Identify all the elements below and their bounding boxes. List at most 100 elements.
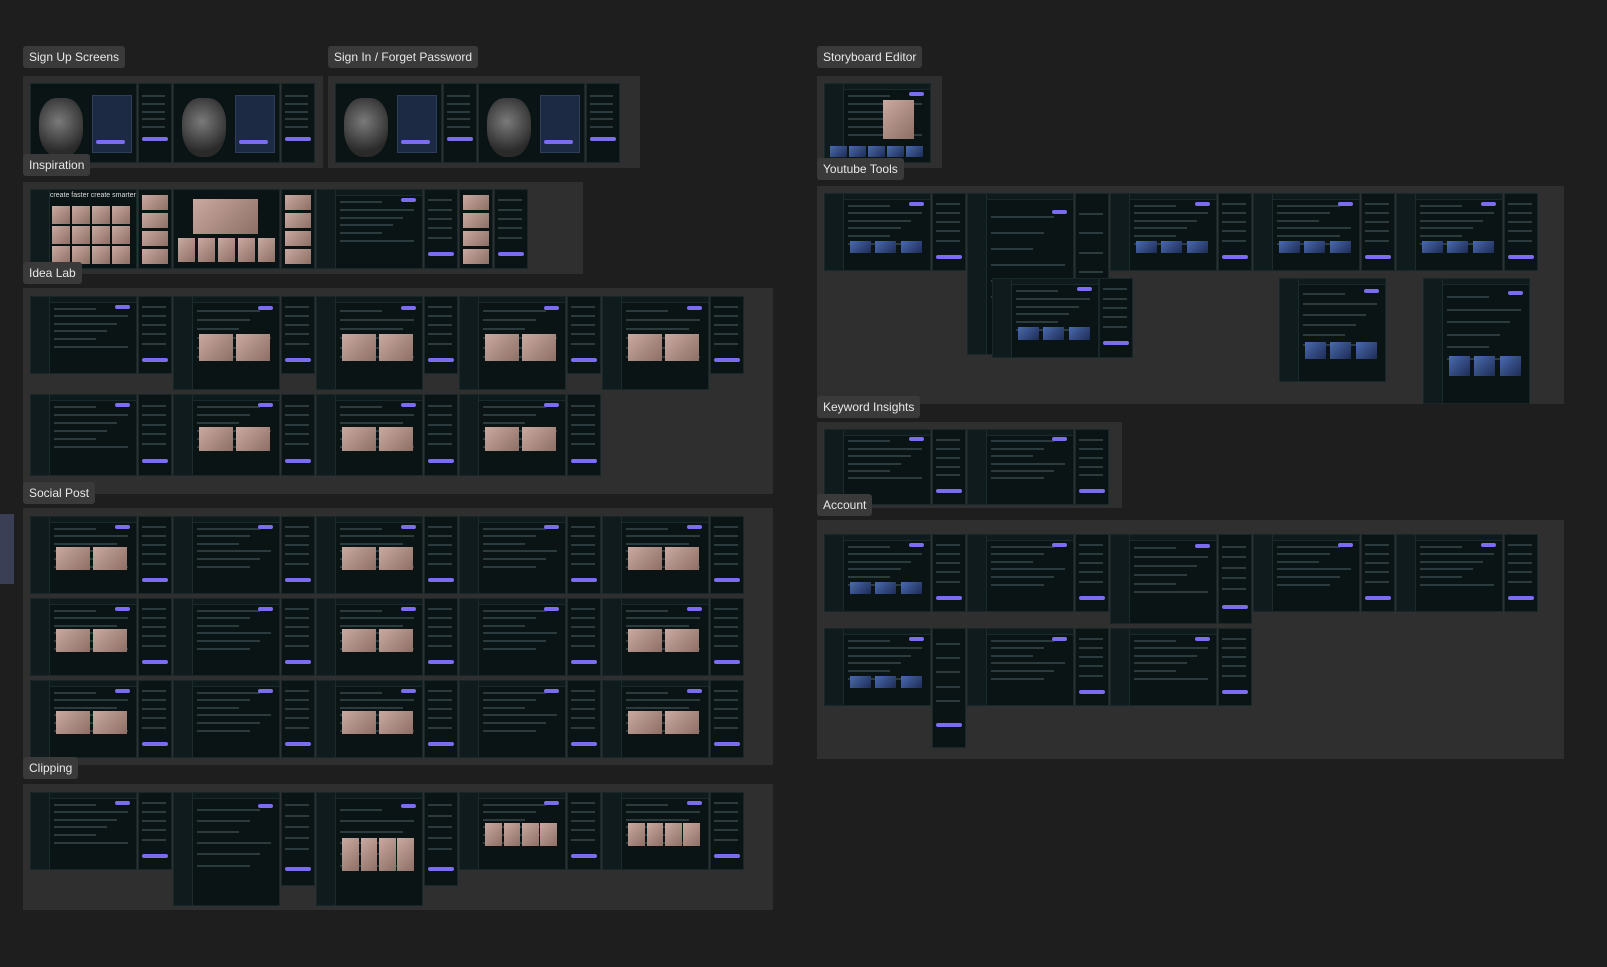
screen-frame[interactable]: [459, 680, 566, 758]
screen-frame[interactable]: [459, 598, 566, 676]
screen-frame[interactable]: [424, 680, 458, 758]
video-thumbnail[interactable]: [1474, 355, 1496, 376]
screen-frame[interactable]: [316, 792, 423, 906]
screen-frame[interactable]: [567, 394, 601, 476]
media-thumbnail[interactable]: [235, 333, 270, 362]
screen-frame[interactable]: [424, 598, 458, 676]
video-thumbnail[interactable]: [850, 241, 872, 254]
screen-frame[interactable]: [1253, 193, 1360, 271]
screen-frame[interactable]: [30, 680, 137, 758]
screen-frame[interactable]: [1218, 534, 1252, 624]
screen-frame[interactable]: [316, 189, 423, 269]
inspiration-thumbnail[interactable]: [198, 238, 215, 262]
screen-frame[interactable]: [281, 680, 315, 758]
primary-button[interactable]: [571, 459, 597, 463]
section-label-keyword-insights[interactable]: Keyword Insights: [817, 396, 921, 418]
primary-button[interactable]: [115, 606, 130, 611]
video-thumbnail[interactable]: [1447, 241, 1469, 254]
inspiration-thumbnail[interactable]: [463, 248, 489, 265]
primary-button[interactable]: [1365, 595, 1391, 600]
inspiration-thumbnail[interactable]: [52, 225, 70, 244]
primary-button[interactable]: [285, 357, 311, 362]
screen-frame[interactable]: [932, 193, 966, 271]
screen-frame[interactable]: [138, 792, 172, 870]
primary-button[interactable]: [1195, 636, 1210, 641]
screen-frame[interactable]: [173, 680, 280, 758]
screen-frame[interactable]: [459, 394, 566, 476]
video-thumbnail[interactable]: [1186, 241, 1208, 254]
primary-button[interactable]: [258, 524, 273, 529]
primary-button[interactable]: [428, 741, 454, 746]
screen-frame[interactable]: [30, 516, 137, 594]
primary-button[interactable]: [936, 489, 962, 494]
screen-frame[interactable]: [967, 429, 1074, 505]
screen-frame[interactable]: [281, 83, 315, 163]
media-thumbnail[interactable]: [683, 823, 701, 847]
screen-frame[interactable]: [824, 628, 931, 706]
screen-frame[interactable]: [459, 296, 566, 390]
screen-frame[interactable]: [967, 534, 1074, 612]
inspiration-thumbnail[interactable]: [71, 205, 90, 224]
primary-button[interactable]: [544, 606, 559, 611]
media-thumbnail[interactable]: [56, 547, 90, 571]
primary-button[interactable]: [544, 403, 559, 407]
screen-frame[interactable]: [1396, 534, 1503, 612]
screen-frame[interactable]: [602, 680, 709, 758]
media-thumbnail[interactable]: [378, 427, 413, 451]
screen-frame[interactable]: [1253, 534, 1360, 612]
screen-frame[interactable]: [424, 296, 458, 374]
primary-button[interactable]: [428, 577, 454, 582]
inspiration-thumbnail[interactable]: [178, 238, 195, 262]
submit-button[interactable]: [96, 140, 126, 145]
feature-image[interactable]: [192, 199, 258, 235]
screen-frame[interactable]: [138, 598, 172, 676]
screen-frame[interactable]: [1099, 278, 1133, 358]
section-label-social-post[interactable]: Social Post: [23, 482, 96, 504]
video-thumbnail[interactable]: [900, 241, 922, 254]
media-thumbnail[interactable]: [521, 333, 556, 362]
screen-frame[interactable]: [1423, 278, 1530, 404]
screen-frame[interactable]: [1218, 628, 1252, 706]
media-thumbnail[interactable]: [628, 547, 662, 571]
screen-frame[interactable]: [967, 628, 1074, 706]
screen-frame[interactable]: [992, 278, 1099, 358]
screen-frame[interactable]: [138, 296, 172, 374]
primary-button[interactable]: [401, 403, 416, 407]
screen-frame[interactable]: [316, 598, 423, 676]
primary-button[interactable]: [544, 524, 559, 529]
screen-frame[interactable]: [932, 628, 966, 748]
video-thumbnail[interactable]: [850, 676, 872, 689]
section-label-inspiration[interactable]: Inspiration: [23, 154, 91, 176]
screen-frame[interactable]: [281, 598, 315, 676]
primary-button[interactable]: [115, 688, 130, 693]
video-thumbnail[interactable]: [1330, 342, 1352, 359]
primary-button[interactable]: [714, 853, 740, 858]
media-thumbnail[interactable]: [485, 427, 519, 451]
primary-button[interactable]: [258, 306, 273, 311]
screen-frame[interactable]: [424, 792, 458, 886]
primary-button[interactable]: [1481, 201, 1496, 206]
media-thumbnail[interactable]: [342, 837, 359, 872]
primary-button[interactable]: [1338, 542, 1353, 547]
primary-button[interactable]: [544, 688, 559, 693]
primary-button[interactable]: [1195, 201, 1210, 206]
primary-button[interactable]: [285, 741, 311, 746]
submit-button[interactable]: [590, 137, 616, 142]
primary-button[interactable]: [285, 659, 311, 664]
screen-frame[interactable]: [824, 193, 931, 271]
screen-frame[interactable]: [459, 792, 566, 870]
screen-frame[interactable]: [424, 394, 458, 476]
screen-frame[interactable]: [459, 189, 493, 269]
submit-button[interactable]: [239, 140, 269, 145]
primary-button[interactable]: [142, 853, 168, 858]
primary-button[interactable]: [1195, 543, 1210, 548]
primary-button[interactable]: [909, 542, 924, 547]
primary-button[interactable]: [687, 524, 702, 529]
inspiration-thumbnail[interactable]: [91, 205, 110, 224]
screen-frame[interactable]: [138, 83, 172, 163]
primary-button[interactable]: [1222, 254, 1248, 259]
media-thumbnail[interactable]: [540, 823, 558, 847]
section-label-storyboard-editor[interactable]: Storyboard Editor: [817, 46, 923, 68]
video-thumbnail[interactable]: [1499, 355, 1521, 376]
screen-frame[interactable]: [1361, 193, 1395, 271]
